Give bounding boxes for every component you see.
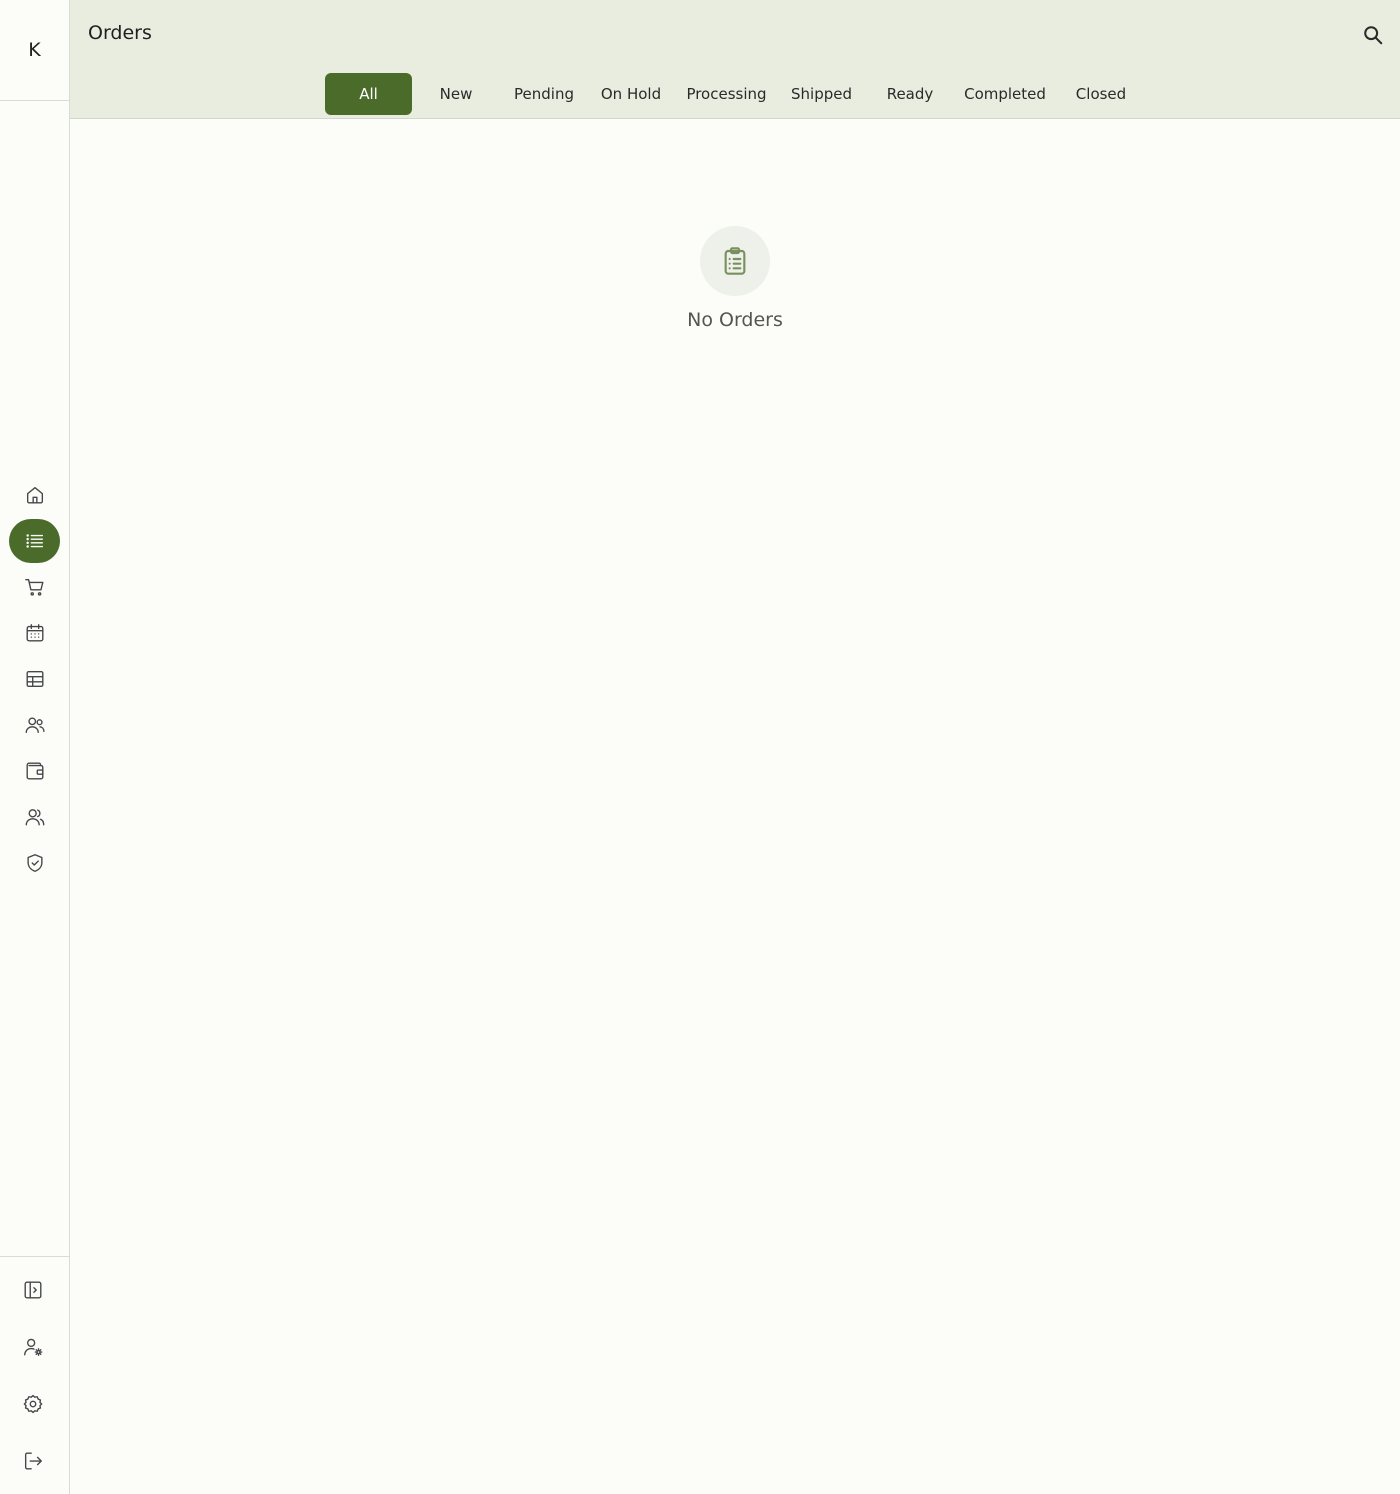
list-icon	[25, 534, 43, 548]
nav-orders[interactable]	[9, 519, 60, 563]
sidebar-divider	[0, 1256, 69, 1257]
tab-on-hold[interactable]: On Hold	[593, 73, 669, 115]
tab-closed[interactable]: Closed	[1066, 73, 1136, 115]
user-settings-icon	[23, 1338, 42, 1356]
settings-button[interactable]	[7, 1382, 58, 1426]
tab-pending[interactable]: Pending	[505, 73, 583, 115]
team-icon	[25, 809, 44, 826]
logo[interactable]: K	[0, 0, 69, 101]
calendar-icon	[26, 624, 43, 642]
sidebar-toggle-icon	[24, 1281, 41, 1299]
tab-new[interactable]: New	[421, 73, 491, 115]
clipboard-list-icon	[724, 247, 746, 275]
logout-icon	[24, 1452, 42, 1470]
search-icon	[1364, 26, 1383, 45]
logout-button[interactable]	[7, 1439, 58, 1483]
nav-customers[interactable]	[9, 703, 60, 747]
tab-shipped[interactable]: Shipped	[783, 73, 860, 115]
shield-check-icon	[26, 854, 43, 872]
tab-ready[interactable]: Ready	[875, 73, 945, 115]
wallet-icon	[26, 762, 43, 780]
search-button[interactable]	[1358, 20, 1388, 50]
sidebar: K	[0, 0, 70, 1494]
nav-calendar[interactable]	[9, 611, 60, 655]
cart-icon	[24, 578, 43, 596]
empty-state-message: No Orders	[687, 309, 783, 331]
nav-team[interactable]	[9, 795, 60, 839]
sidebar-toggle-button[interactable]	[7, 1268, 58, 1312]
app-root: K Orders All New Pending On Hold Process…	[0, 0, 1400, 1494]
account-settings-button[interactable]	[7, 1325, 58, 1369]
tab-processing[interactable]: Processing	[682, 73, 771, 115]
users-icon	[25, 717, 45, 734]
nav-security[interactable]	[9, 841, 60, 885]
tab-all[interactable]: All	[325, 73, 412, 115]
home-icon	[26, 486, 43, 504]
page-title: Orders	[88, 22, 152, 44]
nav-wallet[interactable]	[9, 749, 60, 793]
gear-icon	[23, 1394, 42, 1414]
nav-cart[interactable]	[9, 565, 60, 609]
header: Orders All New Pending On Hold Processin…	[70, 0, 1400, 119]
nav-home[interactable]	[9, 473, 60, 517]
tab-completed[interactable]: Completed	[955, 73, 1055, 115]
nav-table[interactable]	[9, 657, 60, 701]
empty-state-icon-wrap	[700, 226, 770, 296]
table-icon	[26, 670, 43, 688]
